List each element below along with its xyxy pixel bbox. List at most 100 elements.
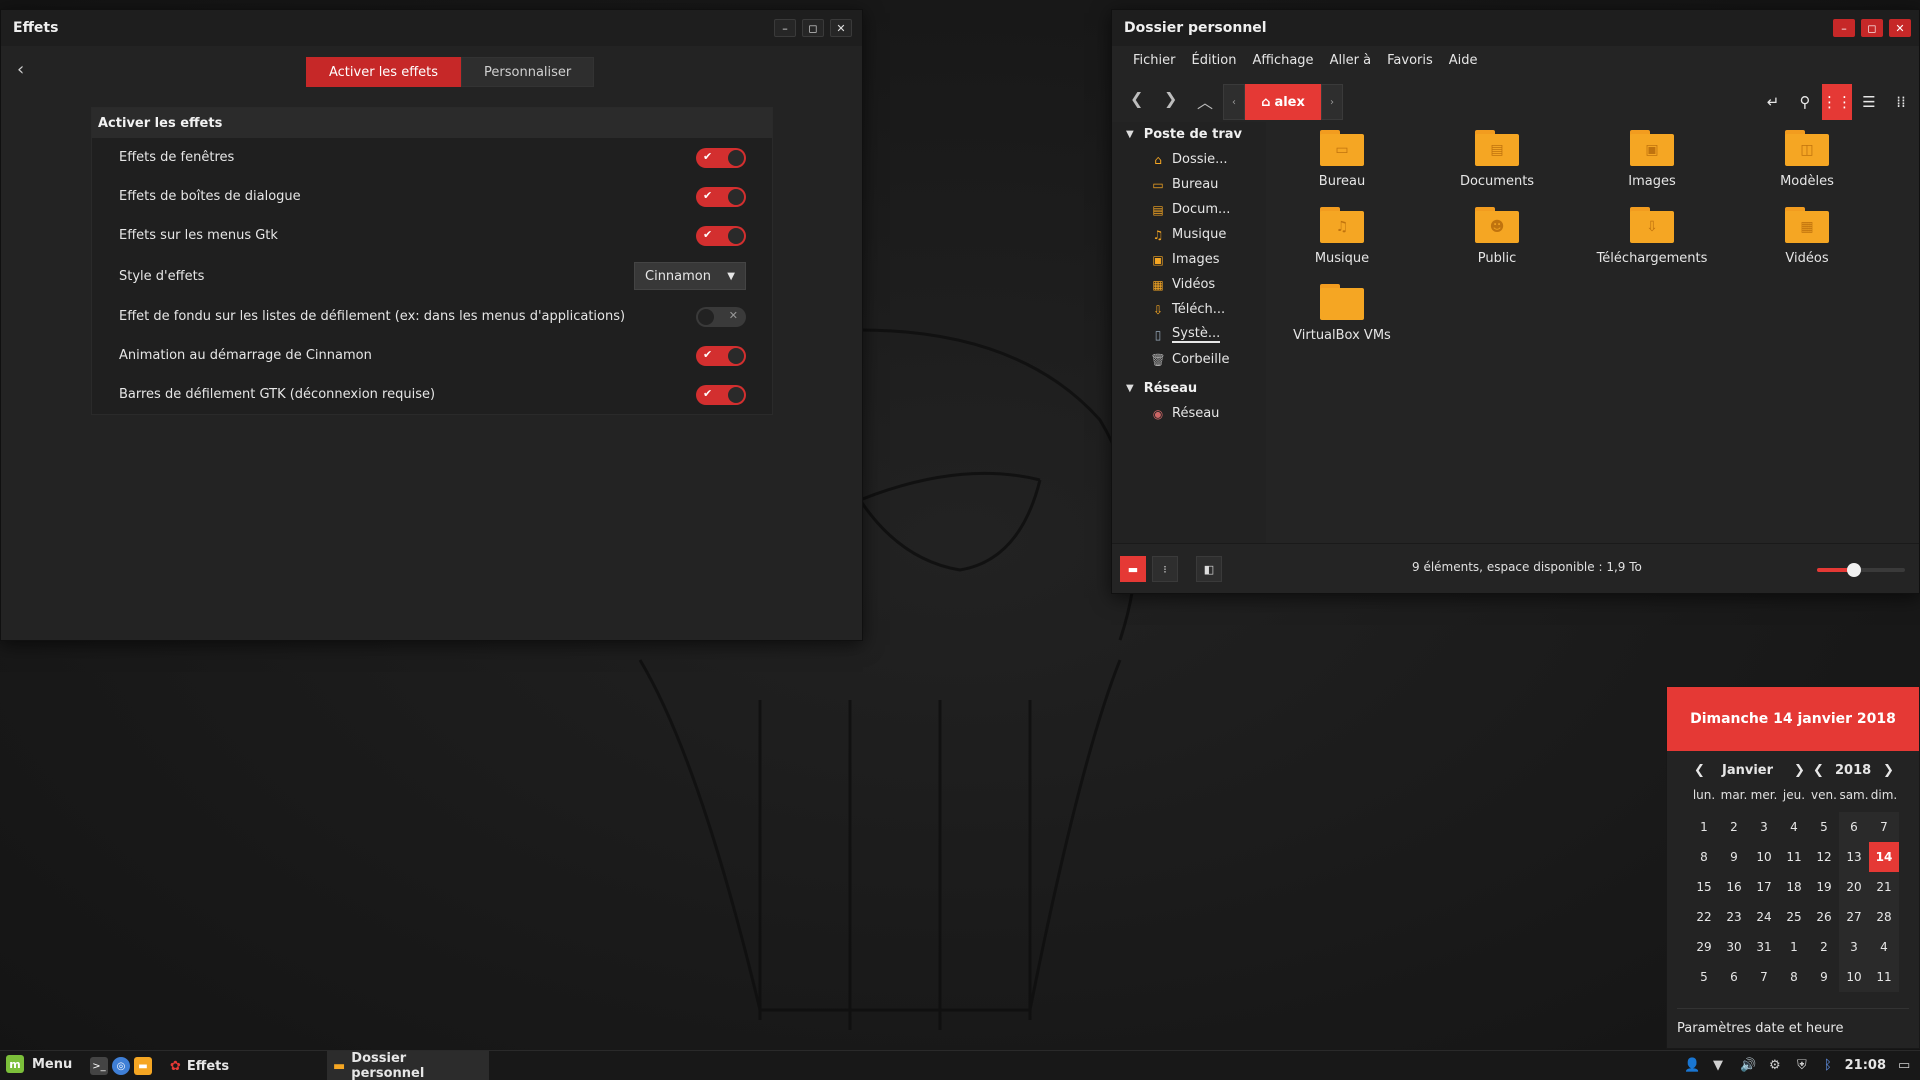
calendar-day[interactable]: 8 [1689, 842, 1719, 872]
gtk-scrollbars-toggle[interactable]: ✔ [696, 384, 746, 405]
calendar-day[interactable]: 20 [1839, 872, 1869, 902]
maximize-button[interactable]: ◻ [802, 19, 824, 37]
sidebar-item-trash[interactable]: 🗑 Corbeille [1112, 347, 1266, 372]
calendar-day[interactable]: 11 [1869, 962, 1899, 992]
calendar-day[interactable]: 7 [1869, 812, 1899, 842]
calendar-day[interactable]: 9 [1809, 962, 1839, 992]
calendar-day[interactable]: 10 [1749, 842, 1779, 872]
show-treeview-icon[interactable]: ⁝ [1152, 556, 1178, 582]
menu-fichier[interactable]: Fichier [1125, 53, 1184, 68]
calendar-day[interactable]: 10 [1839, 962, 1869, 992]
calendar-day[interactable]: 31 [1749, 932, 1779, 962]
show-places-icon[interactable]: ▬ [1120, 556, 1146, 582]
calendar-day[interactable]: 22 [1689, 902, 1719, 932]
folder-item-documents[interactable]: ▤ Documents [1427, 130, 1567, 189]
startup-animation-toggle[interactable]: ✔ [696, 345, 746, 366]
calendar-day[interactable]: 6 [1839, 812, 1869, 842]
volume-icon[interactable]: 🔊 [1740, 1058, 1756, 1073]
calendar-day[interactable]: 3 [1839, 932, 1869, 962]
folder-item-virtualbox-vms[interactable]: VirtualBox VMs [1272, 284, 1412, 343]
menu-aide[interactable]: Aide [1441, 53, 1486, 68]
calendar-day[interactable]: 6 [1719, 962, 1749, 992]
sidebar-item-music[interactable]: ♫ Musique [1112, 222, 1266, 247]
breadcrumb-home-button[interactable]: ⌂ alex [1245, 84, 1321, 120]
calendar-day[interactable]: 13 [1839, 842, 1869, 872]
close-button[interactable]: ✕ [830, 19, 852, 37]
calendar-day[interactable]: 19 [1809, 872, 1839, 902]
calendar-day[interactable]: 8 [1779, 962, 1809, 992]
tab-activer-les-effets[interactable]: Activer les effets [306, 57, 462, 87]
calendar-day[interactable]: 4 [1779, 812, 1809, 842]
sidebar-group-computer[interactable]: ▼ Poste de trav [1112, 122, 1266, 147]
back-chevron-icon[interactable]: ‹ [17, 59, 24, 80]
folder-item-images[interactable]: ▣ Images [1582, 130, 1722, 189]
start-menu-button[interactable]: m Menu [6, 1055, 72, 1073]
sidebar-item-network[interactable]: ◉ Réseau [1112, 401, 1266, 426]
calendar-day[interactable]: 3 [1749, 812, 1779, 842]
zoom-slider[interactable] [1817, 563, 1905, 577]
calendar-day[interactable]: 26 [1809, 902, 1839, 932]
calendar-day[interactable]: 27 [1839, 902, 1869, 932]
close-button[interactable]: ✕ [1889, 19, 1911, 37]
calendar-day[interactable]: 25 [1779, 902, 1809, 932]
prev-year-icon[interactable]: ❮ [1813, 763, 1824, 778]
bluetooth-icon[interactable]: ᛒ [1824, 1058, 1832, 1073]
list-view-icon[interactable]: ☰ [1854, 84, 1884, 120]
calendar-day[interactable]: 2 [1809, 932, 1839, 962]
folder-item-public[interactable]: ☻ Public [1427, 207, 1567, 266]
calendar-day[interactable]: 11 [1779, 842, 1809, 872]
sidebar-item-videos[interactable]: ▦ Vidéos [1112, 272, 1266, 297]
calendar-day[interactable]: 21 [1869, 872, 1899, 902]
compact-view-icon[interactable]: ⁞⁞ [1886, 84, 1916, 120]
folder-item-musique[interactable]: ♫ Musique [1272, 207, 1412, 266]
calendar-day[interactable]: 5 [1689, 962, 1719, 992]
back-icon[interactable]: ❮ [1130, 89, 1143, 108]
effects-style-dropdown[interactable]: Cinnamon ▼ [634, 262, 746, 290]
sidebar-group-network[interactable]: ▼ Réseau [1112, 376, 1266, 401]
calendar-day[interactable]: 18 [1779, 872, 1809, 902]
calendar-day[interactable]: 24 [1749, 902, 1779, 932]
network-wifi-icon[interactable]: ▼ [1713, 1058, 1723, 1073]
calendar-day[interactable]: 7 [1749, 962, 1779, 992]
sidebar-item-images[interactable]: ▣ Images [1112, 247, 1266, 272]
breadcrumb-left-arrow-icon[interactable]: ‹ [1223, 84, 1245, 120]
calendar-day[interactable]: 28 [1869, 902, 1899, 932]
sidebar-item-desktop[interactable]: ▭ Bureau [1112, 172, 1266, 197]
next-month-icon[interactable]: ❯ [1794, 763, 1805, 778]
menu-affichage[interactable]: Affichage [1244, 53, 1321, 68]
sidebar-item-downloads[interactable]: ⇩ Téléch... [1112, 297, 1266, 322]
breadcrumb-right-arrow-icon[interactable]: › [1321, 84, 1343, 120]
menu-favoris[interactable]: Favoris [1379, 53, 1441, 68]
clock[interactable]: 21:08 [1845, 1058, 1886, 1073]
calendar-day[interactable]: 5 [1809, 812, 1839, 842]
show-desktop-icon[interactable]: ▭ [1898, 1058, 1910, 1073]
sidebar-item-filesystem[interactable]: ▯ Systè... [1112, 322, 1266, 347]
chromium-launcher-icon[interactable]: ◎ [112, 1057, 130, 1075]
open-terminal-icon[interactable]: ↵ [1758, 84, 1788, 120]
up-icon[interactable]: ︿ [1197, 89, 1213, 113]
folder-item-videos[interactable]: ▦ Vidéos [1737, 207, 1877, 266]
minimize-button[interactable]: – [1833, 19, 1855, 37]
menu-edition[interactable]: Édition [1184, 53, 1245, 68]
next-year-icon[interactable]: ❯ [1883, 763, 1894, 778]
sidebar-item-home[interactable]: ⌂ Dossie... [1112, 147, 1266, 172]
calendar-day[interactable]: 16 [1719, 872, 1749, 902]
menu-aller-a[interactable]: Aller à [1322, 53, 1380, 68]
dialog-effects-toggle[interactable]: ✔ [696, 186, 746, 207]
minimize-button[interactable]: – [774, 19, 796, 37]
calendar-day[interactable]: 30 [1719, 932, 1749, 962]
settings-gear-icon[interactable]: ⚙ [1769, 1058, 1781, 1073]
tab-personnaliser[interactable]: Personnaliser [461, 57, 595, 87]
calendar-day[interactable]: 2 [1719, 812, 1749, 842]
terminal-launcher-icon[interactable]: >_ [90, 1057, 108, 1075]
search-icon[interactable]: ⚲ [1790, 84, 1820, 120]
calendar-day[interactable]: 15 [1689, 872, 1719, 902]
calendar-day[interactable]: 23 [1719, 902, 1749, 932]
fade-scroll-toggle[interactable]: ✕ [696, 306, 746, 327]
sidebar-item-documents[interactable]: ▤ Docum... [1112, 197, 1266, 222]
folder-item-bureau[interactable]: ▭ Bureau [1272, 130, 1412, 189]
folder-item-modeles[interactable]: ◫ Modèles [1737, 130, 1877, 189]
shield-icon[interactable]: ⛨ [1797, 1058, 1807, 1073]
icon-view-icon[interactable]: ⋮⋮ [1822, 84, 1852, 120]
prev-month-icon[interactable]: ❮ [1694, 763, 1705, 778]
